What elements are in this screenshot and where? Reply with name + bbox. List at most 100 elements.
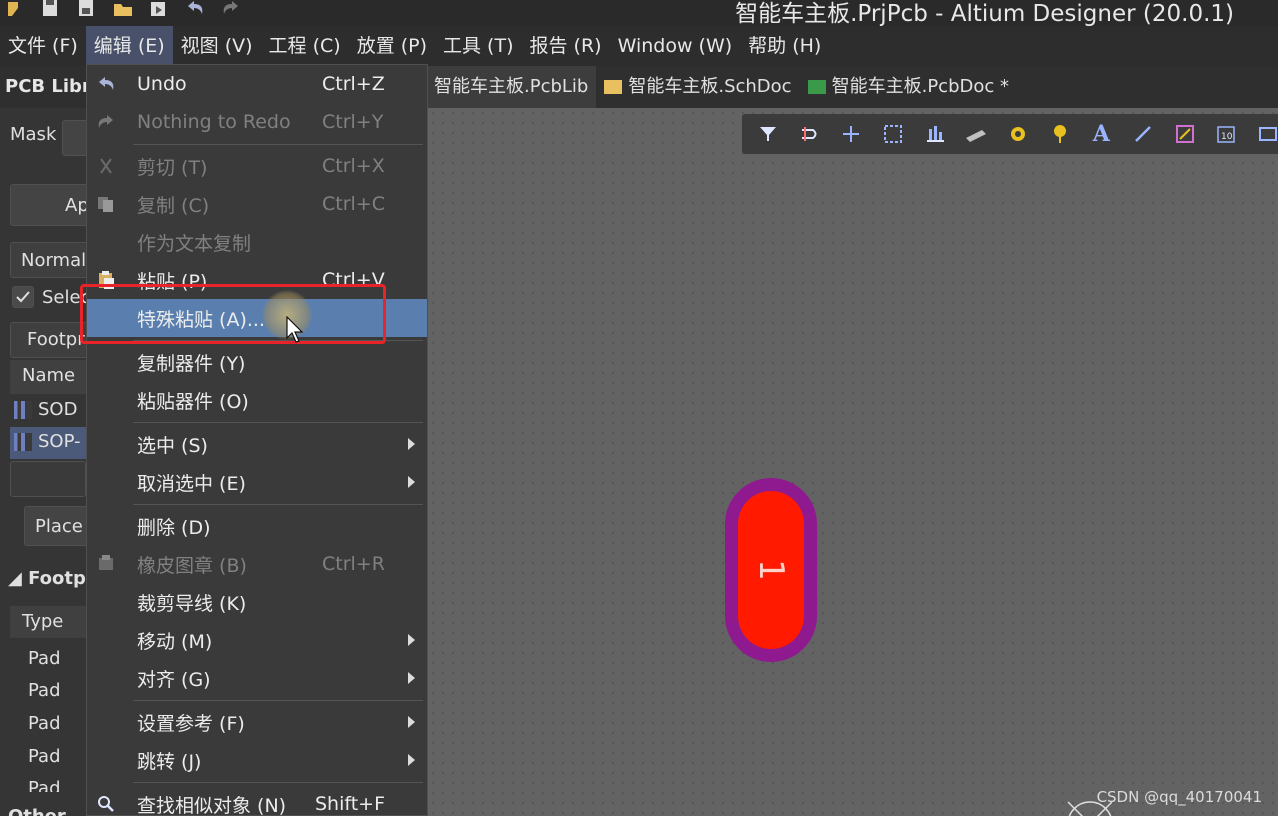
pad[interactable]: 1 [738, 491, 804, 649]
tab-pcblib[interactable]: 智能车主板.PcbLib [428, 66, 597, 108]
menu-help[interactable]: 帮助 (H) [740, 26, 829, 66]
menu-reports[interactable]: 报告 (R) [522, 26, 610, 66]
pcb-canvas[interactable]: A 10 1 CSDN @qq_40170041 [428, 108, 1278, 816]
menu-tools[interactable]: 工具 (T) [435, 26, 521, 66]
footprints-dropdown[interactable]: Footprints [10, 322, 117, 358]
menu-item-label: Nothing to Redo [137, 111, 291, 133]
chart-icon[interactable]: 10 [1213, 120, 1241, 148]
footprint-row[interactable]: SOD [10, 395, 86, 427]
menu-item-shortcut: Ctrl+Y [322, 111, 384, 133]
menu-item-label: 粘贴器件 (O) [137, 390, 249, 413]
footprint-icon [14, 401, 32, 419]
via-icon[interactable] [1046, 120, 1074, 148]
select-box-icon[interactable] [879, 120, 907, 148]
copy-icon [95, 193, 117, 215]
menu-item-duplicate-component[interactable]: 复制器件 (Y) [87, 343, 427, 381]
footprint-name: SOD [38, 399, 78, 420]
menu-item-deselect[interactable]: 取消选中 (E) [87, 463, 427, 501]
menu-edit[interactable]: 编辑 (E) [85, 26, 173, 66]
normal-select[interactable]: Normal [10, 242, 90, 278]
type-column-header[interactable]: Type [10, 606, 86, 638]
submenu-arrow-icon [408, 438, 415, 450]
apply-button[interactable]: Apply [10, 184, 116, 226]
place-button[interactable]: Place [24, 506, 88, 546]
component-icon[interactable] [962, 120, 990, 148]
tab-pcbdoc[interactable]: 智能车主板.PcbDoc * [800, 66, 1017, 108]
menu-item-label: 橡皮图章 (B) [137, 554, 247, 577]
view-icon[interactable] [1254, 120, 1278, 148]
menu-item-set-reference[interactable]: 设置参考 (F) [87, 703, 427, 741]
highlight-annotation-box [80, 284, 386, 344]
menu-item-label: 复制 (C) [137, 194, 210, 217]
menu-item-undo[interactable]: Undo Ctrl+Z [87, 65, 427, 103]
footprint-row-selected[interactable]: SOP- [10, 427, 86, 459]
route-icon[interactable] [796, 120, 824, 148]
menu-item-label: 跳转 (J) [137, 750, 202, 773]
menu-item-find-similar[interactable]: 查找相似对象 (N) Shift+F [87, 785, 427, 816]
menu-item-shortcut: Shift+F [315, 793, 386, 815]
menu-project[interactable]: 工程 (C) [261, 26, 349, 66]
menu-item-slice-tracks[interactable]: 裁剪导线 (K) [87, 583, 427, 621]
menu-item-label: 复制器件 (Y) [137, 352, 246, 375]
footprint-icon [14, 433, 32, 451]
menu-item-redo[interactable]: Nothing to Redo Ctrl+Y [87, 103, 427, 141]
menu-window[interactable]: Window (W) [610, 26, 741, 66]
menu-separator [133, 504, 423, 505]
menu-item-label: 作为文本复制 [137, 232, 252, 255]
menu-item-jump[interactable]: 跳转 (J) [87, 741, 427, 779]
text-icon[interactable]: A [1088, 120, 1116, 148]
select-checkbox[interactable] [12, 286, 34, 308]
menu-item-delete[interactable]: 删除 (D) [87, 507, 427, 545]
menu-view[interactable]: 视图 (V) [173, 26, 261, 66]
menu-item-rubber-stamp[interactable]: 橡皮图章 (B) Ctrl+R [87, 545, 427, 583]
watermark: CSDN @qq_40170041 [1096, 788, 1262, 806]
open-project-icon[interactable] [148, 0, 170, 18]
pcb-doc-icon [807, 80, 826, 94]
menu-place[interactable]: 放置 (P) [349, 26, 435, 66]
menu-item-paste-component[interactable]: 粘贴器件 (O) [87, 381, 427, 419]
menu-item-label: 取消选中 (E) [137, 472, 246, 495]
document-tab-bar: 智能车主板.PcbLib 智能车主板.SchDoc 智能车主板.PcbDoc * [428, 66, 1278, 108]
redo-icon [95, 111, 117, 133]
footprint-name: SOP- [38, 431, 81, 452]
submenu-arrow-icon [408, 476, 415, 488]
other-section-header[interactable]: Other [8, 806, 66, 816]
menu-file[interactable]: 文件 (F) [0, 26, 86, 66]
pad-icon[interactable] [1004, 120, 1032, 148]
menu-separator [133, 782, 423, 783]
menu-item-shortcut: Ctrl+C [322, 193, 385, 215]
save-icon[interactable] [40, 0, 62, 18]
menu-item-move[interactable]: 移动 (M) [87, 621, 427, 659]
menu-item-copy-as-text[interactable]: 作为文本复制 [87, 223, 427, 261]
app-icon[interactable] [4, 0, 26, 18]
normal-select-value: Normal [21, 250, 87, 271]
type-cell: Pad [28, 713, 61, 734]
menu-item-align[interactable]: 对齐 (G) [87, 659, 427, 697]
redo-icon[interactable] [220, 0, 242, 18]
menu-item-select[interactable]: 选中 (S) [87, 425, 427, 463]
pad-mask[interactable]: 1 [725, 478, 817, 662]
check-icon [16, 291, 30, 303]
submenu-arrow-icon [408, 716, 415, 728]
tab-schdoc[interactable]: 智能车主板.SchDoc [596, 66, 799, 108]
crosshair-icon[interactable] [837, 120, 865, 148]
footprint-list-area [10, 461, 86, 497]
dimension-icon[interactable] [1171, 120, 1199, 148]
menu-item-label: 设置参考 (F) [137, 712, 245, 735]
menu-item-label: Undo [137, 73, 187, 95]
filter-icon[interactable] [754, 120, 782, 148]
submenu-arrow-icon [408, 754, 415, 766]
tab-pcblib-label: 智能车主板.PcbLib [434, 76, 589, 97]
open-folder-icon[interactable] [112, 0, 134, 18]
menu-item-label: 对齐 (G) [137, 668, 211, 691]
save-all-icon[interactable] [76, 0, 98, 18]
title-bar: 智能车主板.PrjPcb - Altium Designer (20.0.1) [0, 0, 1278, 27]
menu-item-cut[interactable]: 剪切 (T) Ctrl+X [87, 147, 427, 185]
menu-item-label: 删除 (D) [137, 516, 211, 539]
name-column-header[interactable]: Name [10, 360, 86, 394]
menu-item-copy[interactable]: 复制 (C) Ctrl+C [87, 185, 427, 223]
undo-icon[interactable] [184, 0, 206, 18]
type-cell: Pad [28, 778, 61, 792]
line-icon[interactable] [1129, 120, 1157, 148]
align-icon[interactable] [921, 120, 949, 148]
